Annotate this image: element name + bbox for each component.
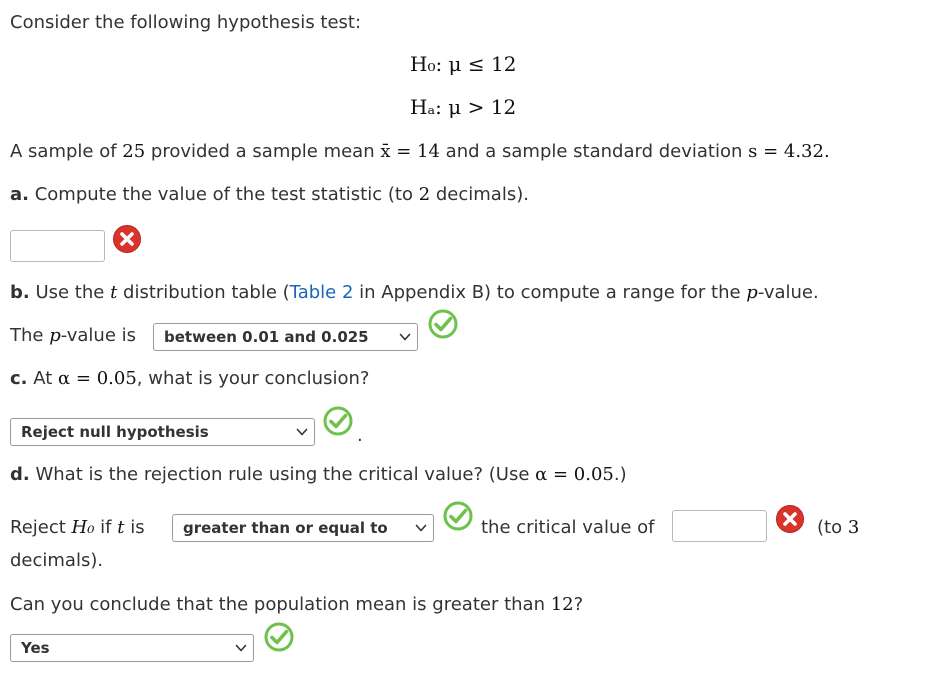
reject-text: Reject [10,517,72,538]
part-c-label: c. [10,368,28,389]
rejection-rule-selected: greater than or equal to [183,519,388,537]
sample-text-3: and a sample standard deviation [439,141,749,162]
sample-mean: x̄ = 14 [380,141,440,162]
critical-value-input[interactable] [672,510,767,542]
sample-text-2: provided a sample mean [145,141,381,162]
part-a-question: a. Compute the value of the test statist… [10,184,529,205]
p-value-answer-text: The p-value is [10,325,136,346]
x-icon [112,224,142,254]
intro-text: Consider the following hypothesis test: [10,12,362,33]
part-d-text-2: .) [613,464,627,485]
check-icon [323,406,353,436]
part-a-label: a. [10,184,29,205]
sample-sentence: A sample of 25 provided a sample mean x̄… [10,141,830,162]
p-value-answer-post: -value is [60,325,137,346]
check-icon [443,501,473,531]
decimals-word: decimals). [10,550,104,571]
table-2-link[interactable]: Table 2 [290,282,354,303]
check-icon [428,309,458,339]
chevron-down-icon [415,522,427,534]
part-c-text-1: At [27,368,59,389]
null-hypothesis: H₀: μ ≤ 12 [410,52,517,76]
p-value-answer-pre: The [10,325,50,346]
part-d-text-1: What is the rejection rule using the cri… [29,464,536,485]
check-icon [264,622,294,652]
rejection-rule-dropdown[interactable]: greater than or equal to [172,514,434,542]
test-statistic-input[interactable] [10,230,105,262]
yes-no-selected: Yes [21,639,50,657]
alternative-hypothesis: Hₐ: μ > 12 [410,95,517,119]
alpha-value: α = 0.05 [58,368,137,389]
part-b-text-1: Use the [29,282,111,303]
conclusion-question-text: Can you conclude that the population mea… [10,594,551,615]
p-symbol: p [49,325,61,346]
x-icon [775,504,805,534]
part-a-decimals: 2 [418,184,431,205]
sample-size: 25 [122,141,146,162]
h0-symbol: H₀ [71,517,95,538]
part-d-label: d. [10,464,30,485]
chevron-down-icon [235,642,247,654]
alpha-value: α = 0.05 [535,464,614,485]
conclusion-question: Can you conclude that the population mea… [10,594,583,615]
chevron-down-icon [296,426,308,438]
decimals-count: 3 [847,517,860,538]
if-text: if [94,517,118,538]
p-symbol: p [746,282,758,303]
chevron-down-icon [399,331,411,343]
part-c-question: c. At α = 0.05, what is your conclusion? [10,368,369,389]
part-b-question: b. Use the t distribution table (Table 2… [10,282,819,303]
yes-no-dropdown[interactable]: Yes [10,634,254,662]
part-a-text-2: decimals). [430,184,529,205]
conclusion-value: 12 [550,594,574,615]
p-value-range-dropdown[interactable]: between 0.01 and 0.025 [153,323,418,351]
part-a-text-1: Compute the value of the test statistic … [28,184,419,205]
part-c-period: . [357,425,363,446]
part-d-question: d. What is the rejection rule using the … [10,464,627,485]
conclusion-selected: Reject null hypothesis [21,423,209,441]
to-text: (to [817,517,848,538]
part-c-text-2: , what is your conclusion? [136,368,370,389]
part-b-label: b. [10,282,30,303]
sample-text-1: A sample of [10,141,123,162]
p-value-range-selected: between 0.01 and 0.025 [164,328,369,346]
part-b-text-2: distribution table ( [117,282,290,303]
part-b-text-3: in Appendix B) to compute a range for th… [353,282,747,303]
rejection-rule-text: Reject H₀ if t is [10,517,145,538]
sample-std: s = 4.32. [748,141,830,162]
conclusion-question-mark: ? [573,594,584,615]
is-text: is [124,517,145,538]
critical-value-text: the critical value of [481,517,655,538]
part-b-text-4: -value. [757,282,819,303]
to-3-decimals-text: (to 3 [817,517,859,538]
conclusion-dropdown[interactable]: Reject null hypothesis [10,418,315,446]
